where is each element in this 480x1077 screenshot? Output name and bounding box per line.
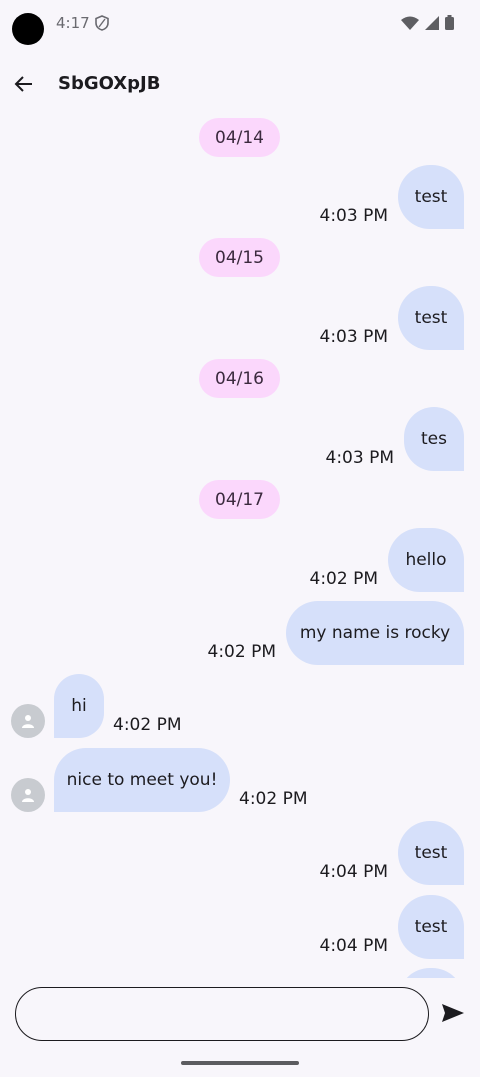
status-bar: 4:17 <box>0 0 480 48</box>
battery-icon <box>445 15 454 34</box>
send-icon[interactable] <box>442 1004 468 1026</box>
wifi-icon <box>401 15 419 34</box>
outgoing-message-partial[interactable] <box>398 968 464 978</box>
shield-icon <box>95 15 109 35</box>
gesture-handle[interactable] <box>181 1061 299 1065</box>
conversation-title: SbGOXpJB <box>58 73 161 94</box>
message-time: 4:03 PM <box>325 448 395 468</box>
message-time: 4:02 PM <box>207 642 277 662</box>
message-time: 4:02 PM <box>309 569 379 589</box>
outgoing-message[interactable]: test <box>398 821 464 885</box>
avatar[interactable] <box>11 704 45 738</box>
date-separator: 04/17 <box>199 480 280 519</box>
message-input[interactable] <box>15 987 429 1041</box>
person-icon <box>22 715 34 728</box>
incoming-message[interactable]: hi <box>54 674 104 738</box>
message-time: 4:03 PM <box>319 206 389 226</box>
outgoing-message[interactable]: tes <box>404 407 464 471</box>
message-time: 4:02 PM <box>113 715 182 735</box>
camera-cutout <box>12 13 44 45</box>
date-separator: 04/14 <box>199 118 280 157</box>
message-time: 4:04 PM <box>319 862 389 882</box>
message-list[interactable]: 04/14 test 4:03 PM 04/15 test 4:03 PM 04… <box>0 110 480 978</box>
incoming-message[interactable]: nice to meet you! <box>54 748 230 812</box>
outgoing-message[interactable]: test <box>398 895 464 959</box>
outgoing-message[interactable]: my name is rocky <box>286 601 464 665</box>
arrow-back-icon[interactable] <box>12 72 36 96</box>
outgoing-message[interactable]: hello <box>388 528 464 592</box>
top-app-bar: SbGOXpJB <box>0 60 480 108</box>
outgoing-message[interactable]: test <box>398 165 464 229</box>
date-separator: 04/16 <box>199 359 280 398</box>
person-icon <box>22 789 34 802</box>
message-time: 4:03 PM <box>319 327 389 347</box>
message-time: 4:02 PM <box>239 789 308 809</box>
avatar[interactable] <box>11 778 45 812</box>
outgoing-message[interactable]: test <box>398 286 464 350</box>
date-separator: 04/15 <box>199 238 280 277</box>
composer <box>0 978 480 1077</box>
message-time: 4:04 PM <box>319 936 389 956</box>
signal-icon <box>425 15 439 34</box>
status-time: 4:17 <box>56 14 90 32</box>
